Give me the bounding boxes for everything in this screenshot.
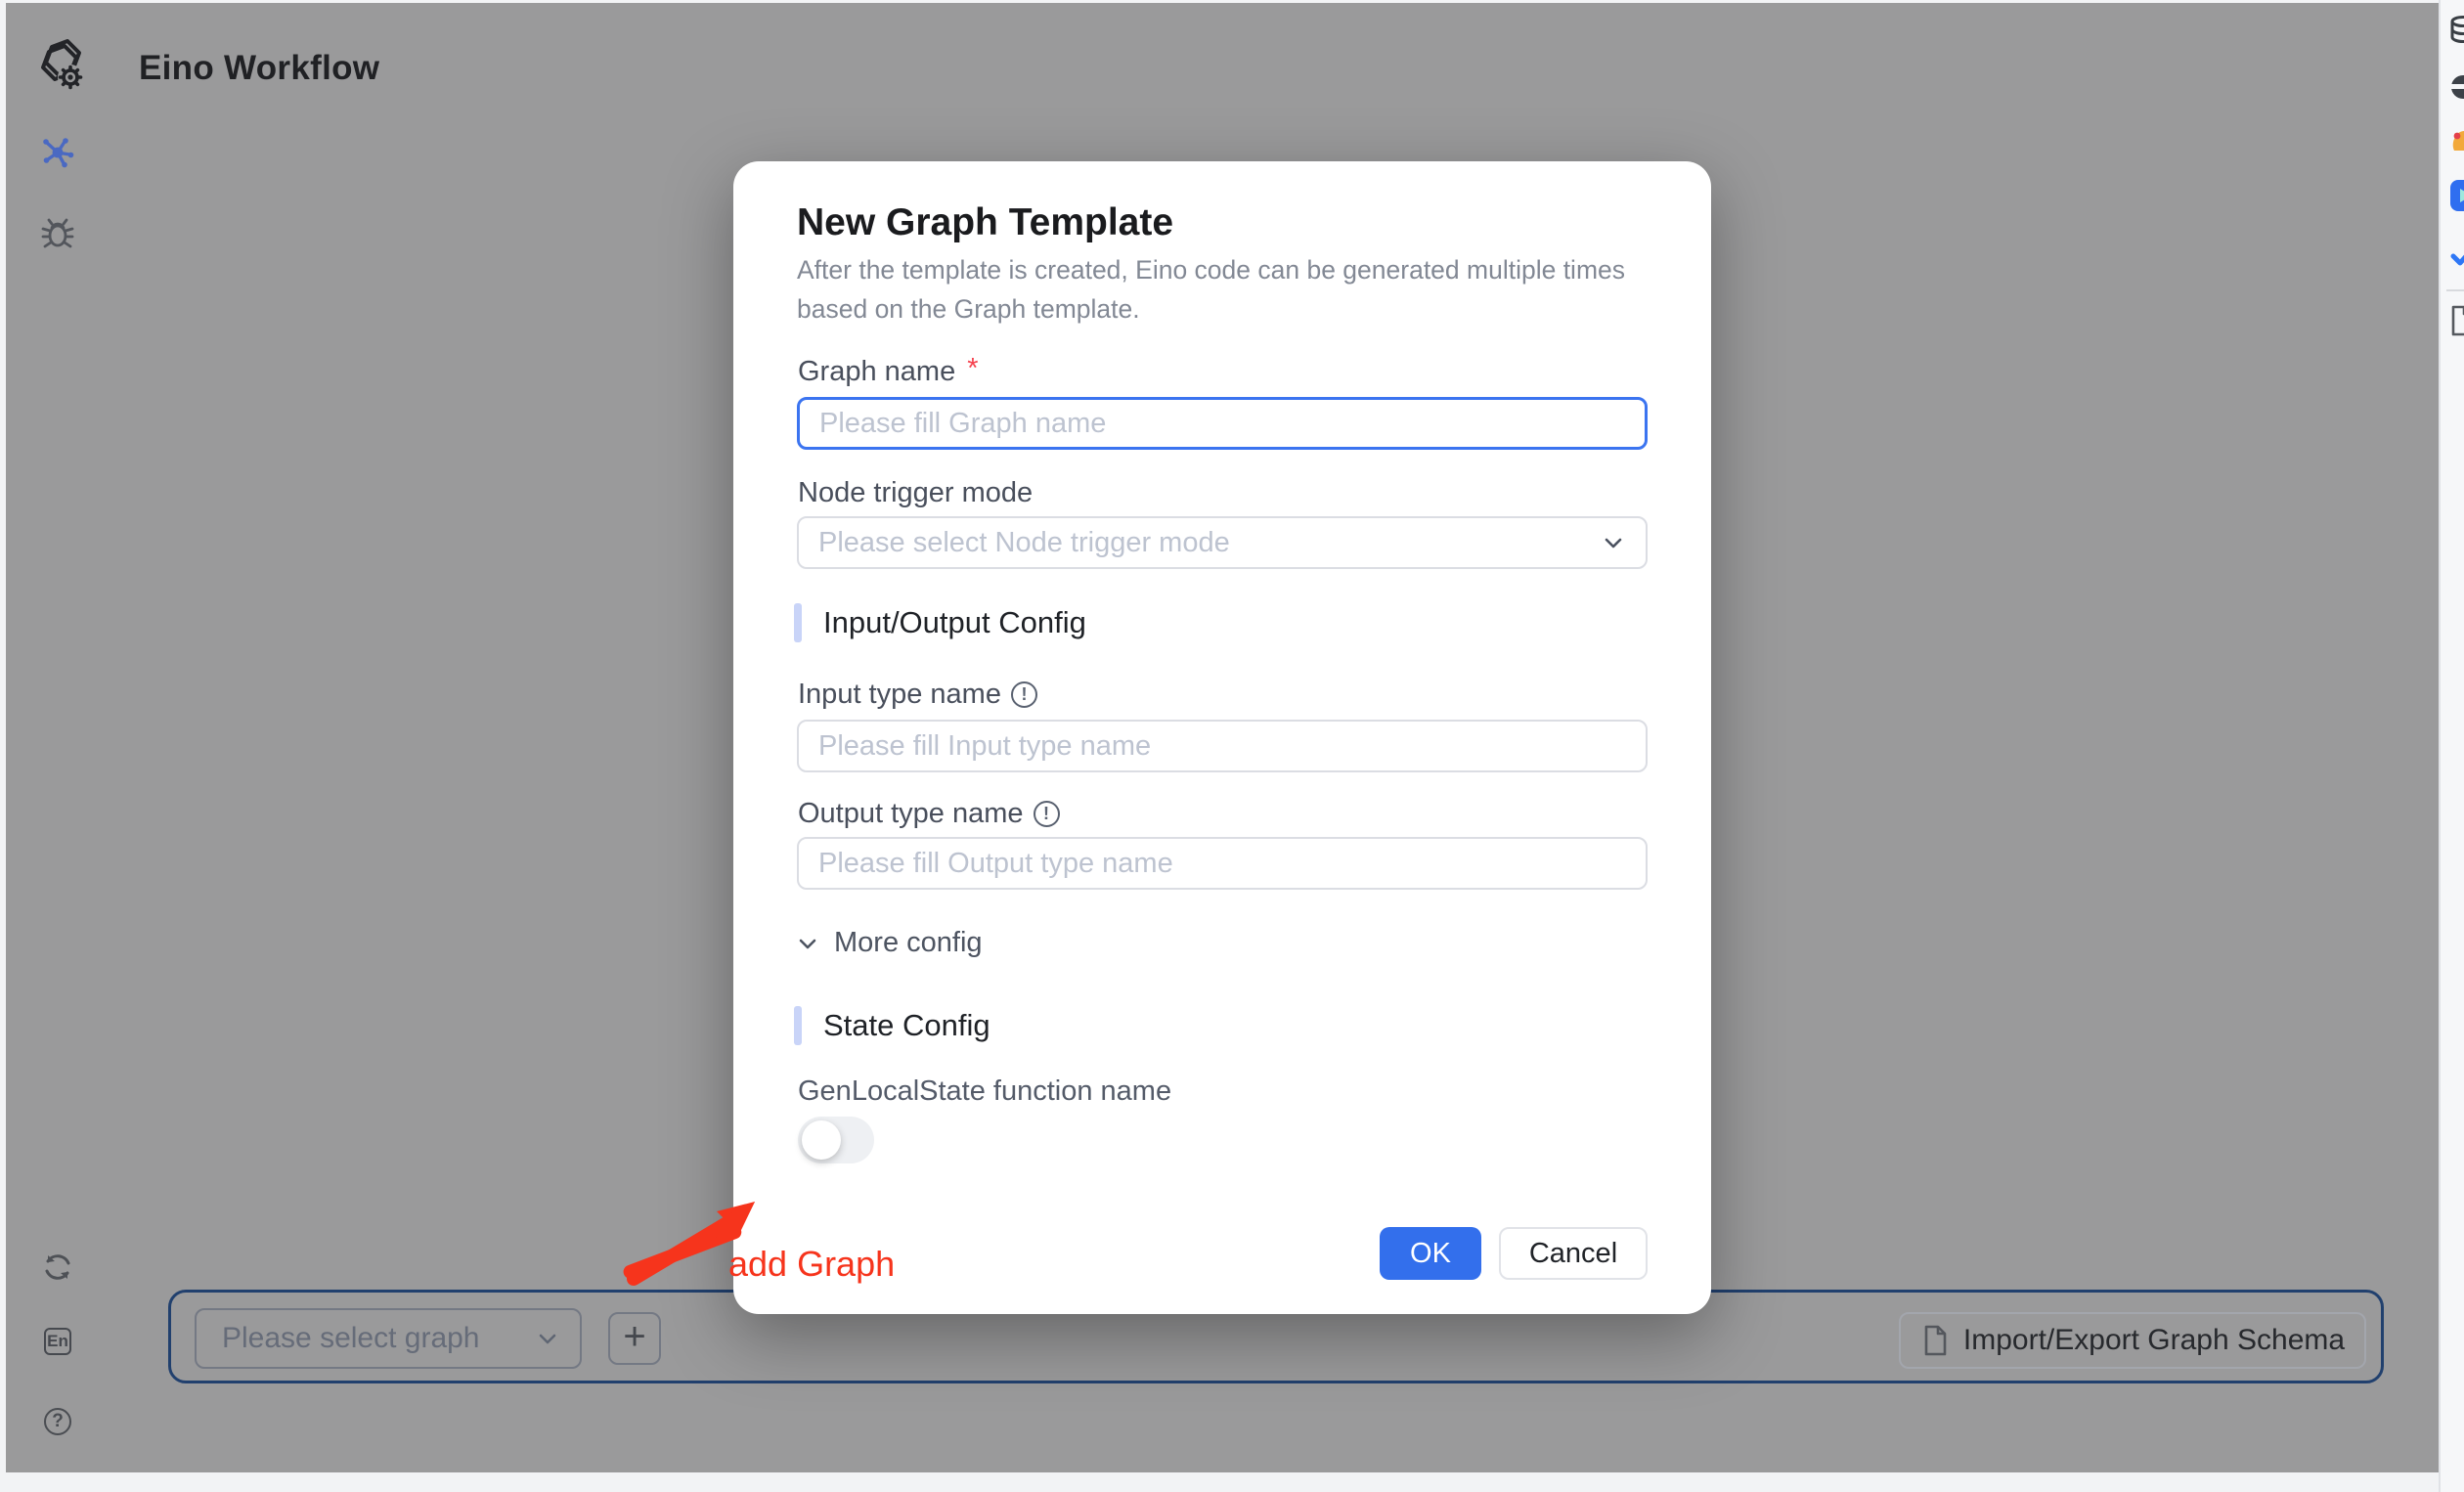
plus-icon: + [623,1317,645,1356]
browser-side-strip [2439,0,2464,1492]
screen: Eino Workflow [0,0,2464,1492]
more-config-toggle[interactable]: More config [795,927,983,959]
gen-local-state-label: GenLocalState function name [798,1075,1171,1108]
chevron-down-icon [795,931,820,956]
io-config-section-header: Input/Output Config [794,602,1086,643]
graph-select-placeholder: Please select graph [222,1322,535,1355]
node-trigger-mode-label: Node trigger mode [798,477,1033,509]
output-type-name-input[interactable] [797,837,1648,890]
dialog-footer: OK Cancel [1380,1227,1648,1280]
bookmark-database-icon[interactable] [2448,16,2464,50]
bookmark-check-icon[interactable] [2448,241,2464,275]
help-button[interactable]: ? [39,1403,76,1440]
state-config-section-header: State Config [794,1005,990,1046]
required-asterisk: * [967,353,978,385]
switch-knob [802,1120,841,1160]
add-graph-button[interactable]: + [608,1312,661,1365]
dialog-title: New Graph Template [797,201,1173,244]
language-button[interactable]: En [39,1323,76,1360]
annotation-text: add Graph [728,1244,895,1285]
sidebar-item-debug[interactable] [39,214,76,251]
sidebar-item-workflow[interactable] [39,134,76,171]
new-graph-template-dialog: New Graph Template After the template is… [733,161,1711,1314]
section-bar [794,603,802,642]
bookmark-blue-app-icon[interactable] [2448,178,2464,218]
section-bar [794,1006,802,1045]
import-export-label: Import/Export Graph Schema [1963,1324,2345,1357]
document-icon [1920,1324,1950,1357]
node-trigger-mode-select[interactable]: Please select Node trigger mode [797,516,1648,569]
bookmark-disc-icon[interactable] [2448,72,2464,107]
import-export-button[interactable]: Import/Export Graph Schema [1899,1312,2366,1369]
output-type-name-label: Output type name ! [798,798,1060,830]
share-nodes-icon [39,134,76,171]
language-icon: En [44,1328,71,1355]
exclamation-circle-icon[interactable]: ! [1011,681,1037,708]
refresh-button[interactable] [39,1249,76,1286]
eino-logo-icon [35,38,86,98]
cancel-button[interactable]: Cancel [1499,1227,1648,1280]
graph-select[interactable]: Please select graph [195,1308,582,1369]
exclamation-circle-icon[interactable]: ! [1034,801,1060,827]
ok-button[interactable]: OK [1380,1227,1481,1280]
bug-icon [40,215,75,250]
node-trigger-mode-placeholder: Please select Node trigger mode [818,527,1601,559]
dialog-description: After the template is created, Eino code… [797,250,1692,329]
refresh-icon [40,1250,75,1285]
app-title: Eino Workflow [139,49,379,88]
chevron-down-icon [1601,530,1626,555]
gen-local-state-switch[interactable] [798,1117,874,1163]
help-icon: ? [44,1408,71,1435]
more-config-label: More config [834,927,983,959]
bookmark-orange-icon[interactable] [2448,127,2464,161]
graph-name-input[interactable] [797,397,1648,450]
strip-divider [2446,289,2464,291]
chevron-down-icon [535,1326,560,1351]
input-type-name-label: Input type name ! [798,679,1037,711]
bookmark-document-icon[interactable] [2448,305,2464,341]
graph-name-label: Graph name* [798,356,979,388]
input-type-name-input[interactable] [797,720,1648,772]
